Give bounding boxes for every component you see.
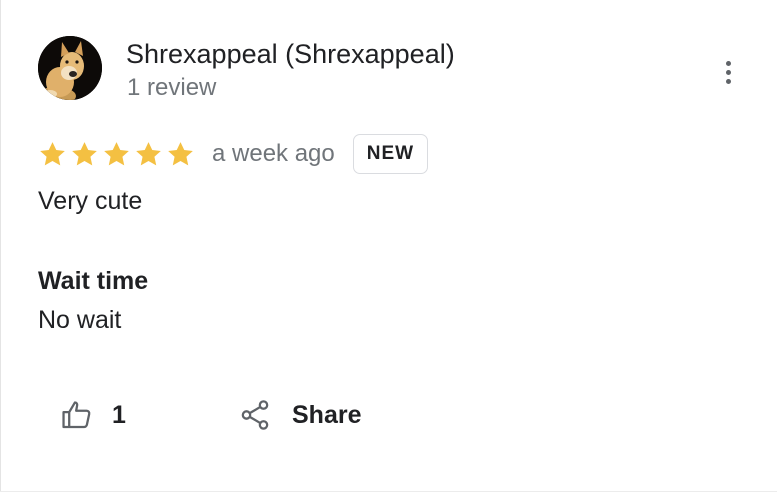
author-review-count: 1 review (127, 74, 217, 101)
star-icon (72, 141, 97, 165)
star-icon (136, 141, 161, 165)
more-dot (725, 69, 731, 75)
share-button[interactable]: Share (238, 392, 361, 438)
star-icon (104, 141, 129, 165)
like-button[interactable]: 1 (60, 392, 126, 438)
star-rating (38, 140, 195, 169)
star-icon (40, 141, 65, 165)
like-count: 1 (112, 400, 126, 429)
more-dot (725, 78, 731, 84)
review-time: a week ago (212, 140, 335, 167)
rating-row: a week ago NEW (38, 132, 429, 176)
card-left-border (0, 0, 1, 492)
more-dot (725, 60, 731, 66)
more-vert-icon[interactable] (714, 54, 742, 90)
attribute-value-wait-time: No wait (38, 306, 122, 334)
share-label: Share (292, 400, 362, 429)
star-icon (168, 141, 193, 165)
author-name[interactable]: Shrexappeal (Shrexappeal) (126, 38, 455, 70)
thumb-up-icon (62, 401, 91, 429)
review-text: Very cute (38, 187, 143, 215)
attribute-label-wait-time: Wait time (38, 267, 149, 295)
share-icon (241, 400, 269, 430)
new-badge: NEW (352, 134, 429, 174)
avatar[interactable] (38, 36, 102, 100)
